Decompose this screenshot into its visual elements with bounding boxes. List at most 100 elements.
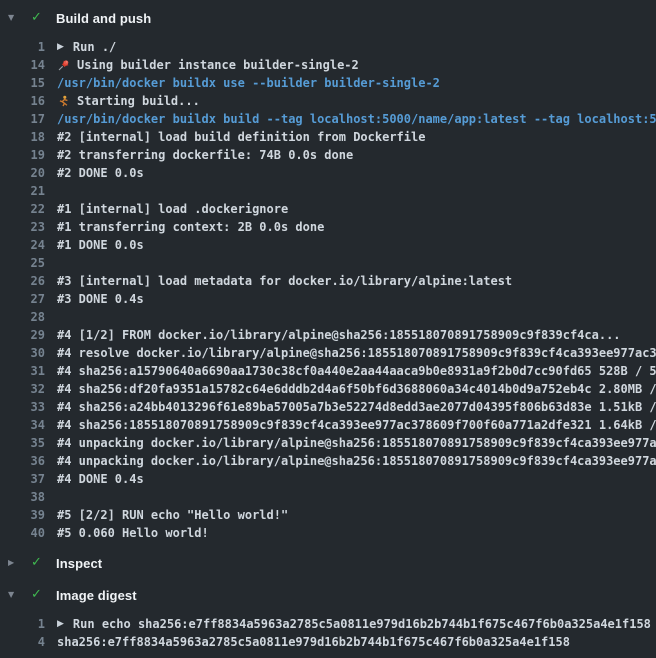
log-text: #3 DONE 0.4s xyxy=(57,290,144,308)
log-line-content: #5 [2/2] RUN echo "Hello world!" xyxy=(57,506,288,524)
log-line: 26 #3 [internal] load metadata for docker… xyxy=(0,272,656,290)
log-text: Run ./ xyxy=(73,38,116,56)
log-line-content: #4 resolve docker.io/library/alpine@sha2… xyxy=(57,344,656,362)
log-text: #2 transferring dockerfile: 74B 0.0s don… xyxy=(57,146,353,164)
section-title: Image digest xyxy=(56,588,137,603)
line-number[interactable]: 27 xyxy=(0,290,45,308)
log-line: 27 #3 DONE 0.4s xyxy=(0,290,656,308)
log-line: 25 xyxy=(0,254,656,272)
section-header-inspect[interactable]: ▶✓Inspect xyxy=(0,552,656,574)
log-line: 30 #4 resolve docker.io/library/alpine@sh… xyxy=(0,344,656,362)
line-number[interactable]: 40 xyxy=(0,524,45,542)
line-number[interactable]: 30 xyxy=(0,344,45,362)
log-text: #4 resolve docker.io/library/alpine@sha2… xyxy=(57,344,656,362)
log-line-content: #3 DONE 0.4s xyxy=(57,290,144,308)
log-text: Starting build... xyxy=(77,92,200,110)
log-line: 32 #4 sha256:df20fa9351a15782c64e6dddb2d4… xyxy=(0,380,656,398)
line-number[interactable]: 15 xyxy=(0,74,45,92)
log-line: 15/usr/bin/docker buildx use --builder b… xyxy=(0,74,656,92)
log-line: 40 #5 0.060 Hello world! xyxy=(0,524,656,542)
log-text: Run echo sha256:e7ff8834a5963a2785c5a081… xyxy=(73,615,651,633)
log-text: #1 [internal] load .dockerignore xyxy=(57,200,288,218)
expand-triangle-icon[interactable]: ▶ xyxy=(57,38,64,56)
log-text: #2 DONE 0.0s xyxy=(57,164,144,182)
expand-triangle-icon[interactable]: ▶ xyxy=(57,615,64,633)
log-line-content: Starting build... xyxy=(57,92,200,110)
line-number[interactable]: 29 xyxy=(0,326,45,344)
chevron-down-icon[interactable]: ▼ xyxy=(8,7,18,29)
log-text: #4 sha256:185518070891758909c9f839cf4ca3… xyxy=(57,416,656,434)
log-section-inspect: ▶✓Inspect xyxy=(0,547,656,579)
log-line-content: #2 [internal] load build definition from… xyxy=(57,128,425,146)
line-number[interactable]: 35 xyxy=(0,434,45,452)
line-number[interactable]: 1 xyxy=(0,38,45,56)
line-number[interactable]: 19 xyxy=(0,146,45,164)
log-line-content: #2 transferring dockerfile: 74B 0.0s don… xyxy=(57,146,353,164)
log-text: #4 sha256:df20fa9351a15782c64e6dddb2d4a6… xyxy=(57,380,656,398)
workflow-log-viewer: ▼✓Build and push1▶Run ./14Using builder … xyxy=(0,0,656,658)
line-number[interactable]: 31 xyxy=(0,362,45,380)
log-line: 37#4 DONE 0.4s xyxy=(0,470,656,488)
line-number[interactable]: 26 xyxy=(0,272,45,290)
log-line: 4 sha256:e7ff8834a5963a2785c5a0811e979d16… xyxy=(0,633,656,651)
log-line: 39 #5 [2/2] RUN echo "Hello world!" xyxy=(0,506,656,524)
chevron-right-icon[interactable]: ▶ xyxy=(8,552,18,574)
log-text: #3 [internal] load metadata for docker.i… xyxy=(57,272,512,290)
line-number[interactable]: 17 xyxy=(0,110,45,128)
section-header-build-and-push[interactable]: ▼✓Build and push xyxy=(0,7,656,29)
log-text: #1 DONE 0.0s xyxy=(57,236,144,254)
log-line-content: #4 sha256:185518070891758909c9f839cf4ca3… xyxy=(57,416,656,434)
log-line-content: #1 DONE 0.0s xyxy=(57,236,144,254)
line-number[interactable]: 16 xyxy=(0,92,45,110)
line-number[interactable]: 36 xyxy=(0,452,45,470)
line-number[interactable]: 28 xyxy=(0,308,45,326)
section-header-image-digest[interactable]: ▼✓Image digest xyxy=(0,584,656,606)
log-line: 17/usr/bin/docker buildx build --tag loc… xyxy=(0,110,656,128)
log-line: 28 xyxy=(0,308,656,326)
line-number[interactable]: 4 xyxy=(0,633,45,651)
line-number[interactable]: 34 xyxy=(0,416,45,434)
log-line: 31 #4 sha256:a15790640a6690aa1730c38cf0a4… xyxy=(0,362,656,380)
log-line: 38 xyxy=(0,488,656,506)
line-number[interactable]: 24 xyxy=(0,236,45,254)
line-number[interactable]: 39 xyxy=(0,506,45,524)
line-number[interactable]: 1 xyxy=(0,615,45,633)
log-text: #1 transferring context: 2B 0.0s done xyxy=(57,218,324,236)
log-line: 23 #1 transferring context: 2B 0.0s done xyxy=(0,218,656,236)
line-number[interactable]: 22 xyxy=(0,200,45,218)
section-log-lines: 1 ▶ Run ./ 14 Using builder instance builder… xyxy=(0,38,656,542)
log-line-content: #4 sha256:a24bb4013296f61e89ba57005a7b3e… xyxy=(57,398,656,416)
command-echo-text: /usr/bin/docker buildx build --tag local… xyxy=(57,110,656,128)
log-line-content: #2 DONE 0.0s xyxy=(57,164,144,182)
log-text: #4 sha256:a15790640a6690aa1730c38cf0a440… xyxy=(57,362,656,380)
log-text: /usr/bin/docker buildx use --builder bui… xyxy=(57,74,440,92)
log-line-content: ▶ Run echo sha256:e7ff8834a5963a2785c5a08… xyxy=(57,615,651,633)
line-number[interactable]: 20 xyxy=(0,164,45,182)
line-number[interactable]: 38 xyxy=(0,488,45,506)
section-title: Inspect xyxy=(56,556,102,571)
line-number[interactable]: 25 xyxy=(0,254,45,272)
log-line: 20 #2 DONE 0.0s xyxy=(0,164,656,182)
log-line: 16 Starting build... xyxy=(0,92,656,110)
log-text: #4 unpacking docker.io/library/alpine@sh… xyxy=(57,434,656,452)
log-line-content: sha256:e7ff8834a5963a2785c5a0811e979d16b… xyxy=(57,633,570,651)
line-number[interactable]: 18 xyxy=(0,128,45,146)
log-line-content: #1 [internal] load .dockerignore xyxy=(57,200,288,218)
log-text: sha256:e7ff8834a5963a2785c5a0811e979d16b… xyxy=(57,633,570,651)
line-number[interactable]: 32 xyxy=(0,380,45,398)
log-line: 18 #2 [internal] load build definition fr… xyxy=(0,128,656,146)
check-icon: ✓ xyxy=(31,7,44,29)
log-line-content: Using builder instance builder-single-2 xyxy=(57,56,359,74)
line-number[interactable]: 33 xyxy=(0,398,45,416)
log-text: #4 unpacking docker.io/library/alpine@sh… xyxy=(57,452,656,470)
log-line: 22 #1 [internal] load .dockerignore xyxy=(0,200,656,218)
line-number[interactable]: 37 xyxy=(0,470,45,488)
log-line-content: #4 [1/2] FROM docker.io/library/alpine@s… xyxy=(57,326,621,344)
line-number[interactable]: 21 xyxy=(0,182,45,200)
log-text: #5 0.060 Hello world! xyxy=(57,524,209,542)
chevron-down-icon[interactable]: ▼ xyxy=(8,584,18,606)
line-number[interactable]: 14 xyxy=(0,56,45,74)
log-line-content: #1 transferring context: 2B 0.0s done xyxy=(57,218,324,236)
log-line: 36 #4 unpacking docker.io/library/alpine@… xyxy=(0,452,656,470)
line-number[interactable]: 23 xyxy=(0,218,45,236)
